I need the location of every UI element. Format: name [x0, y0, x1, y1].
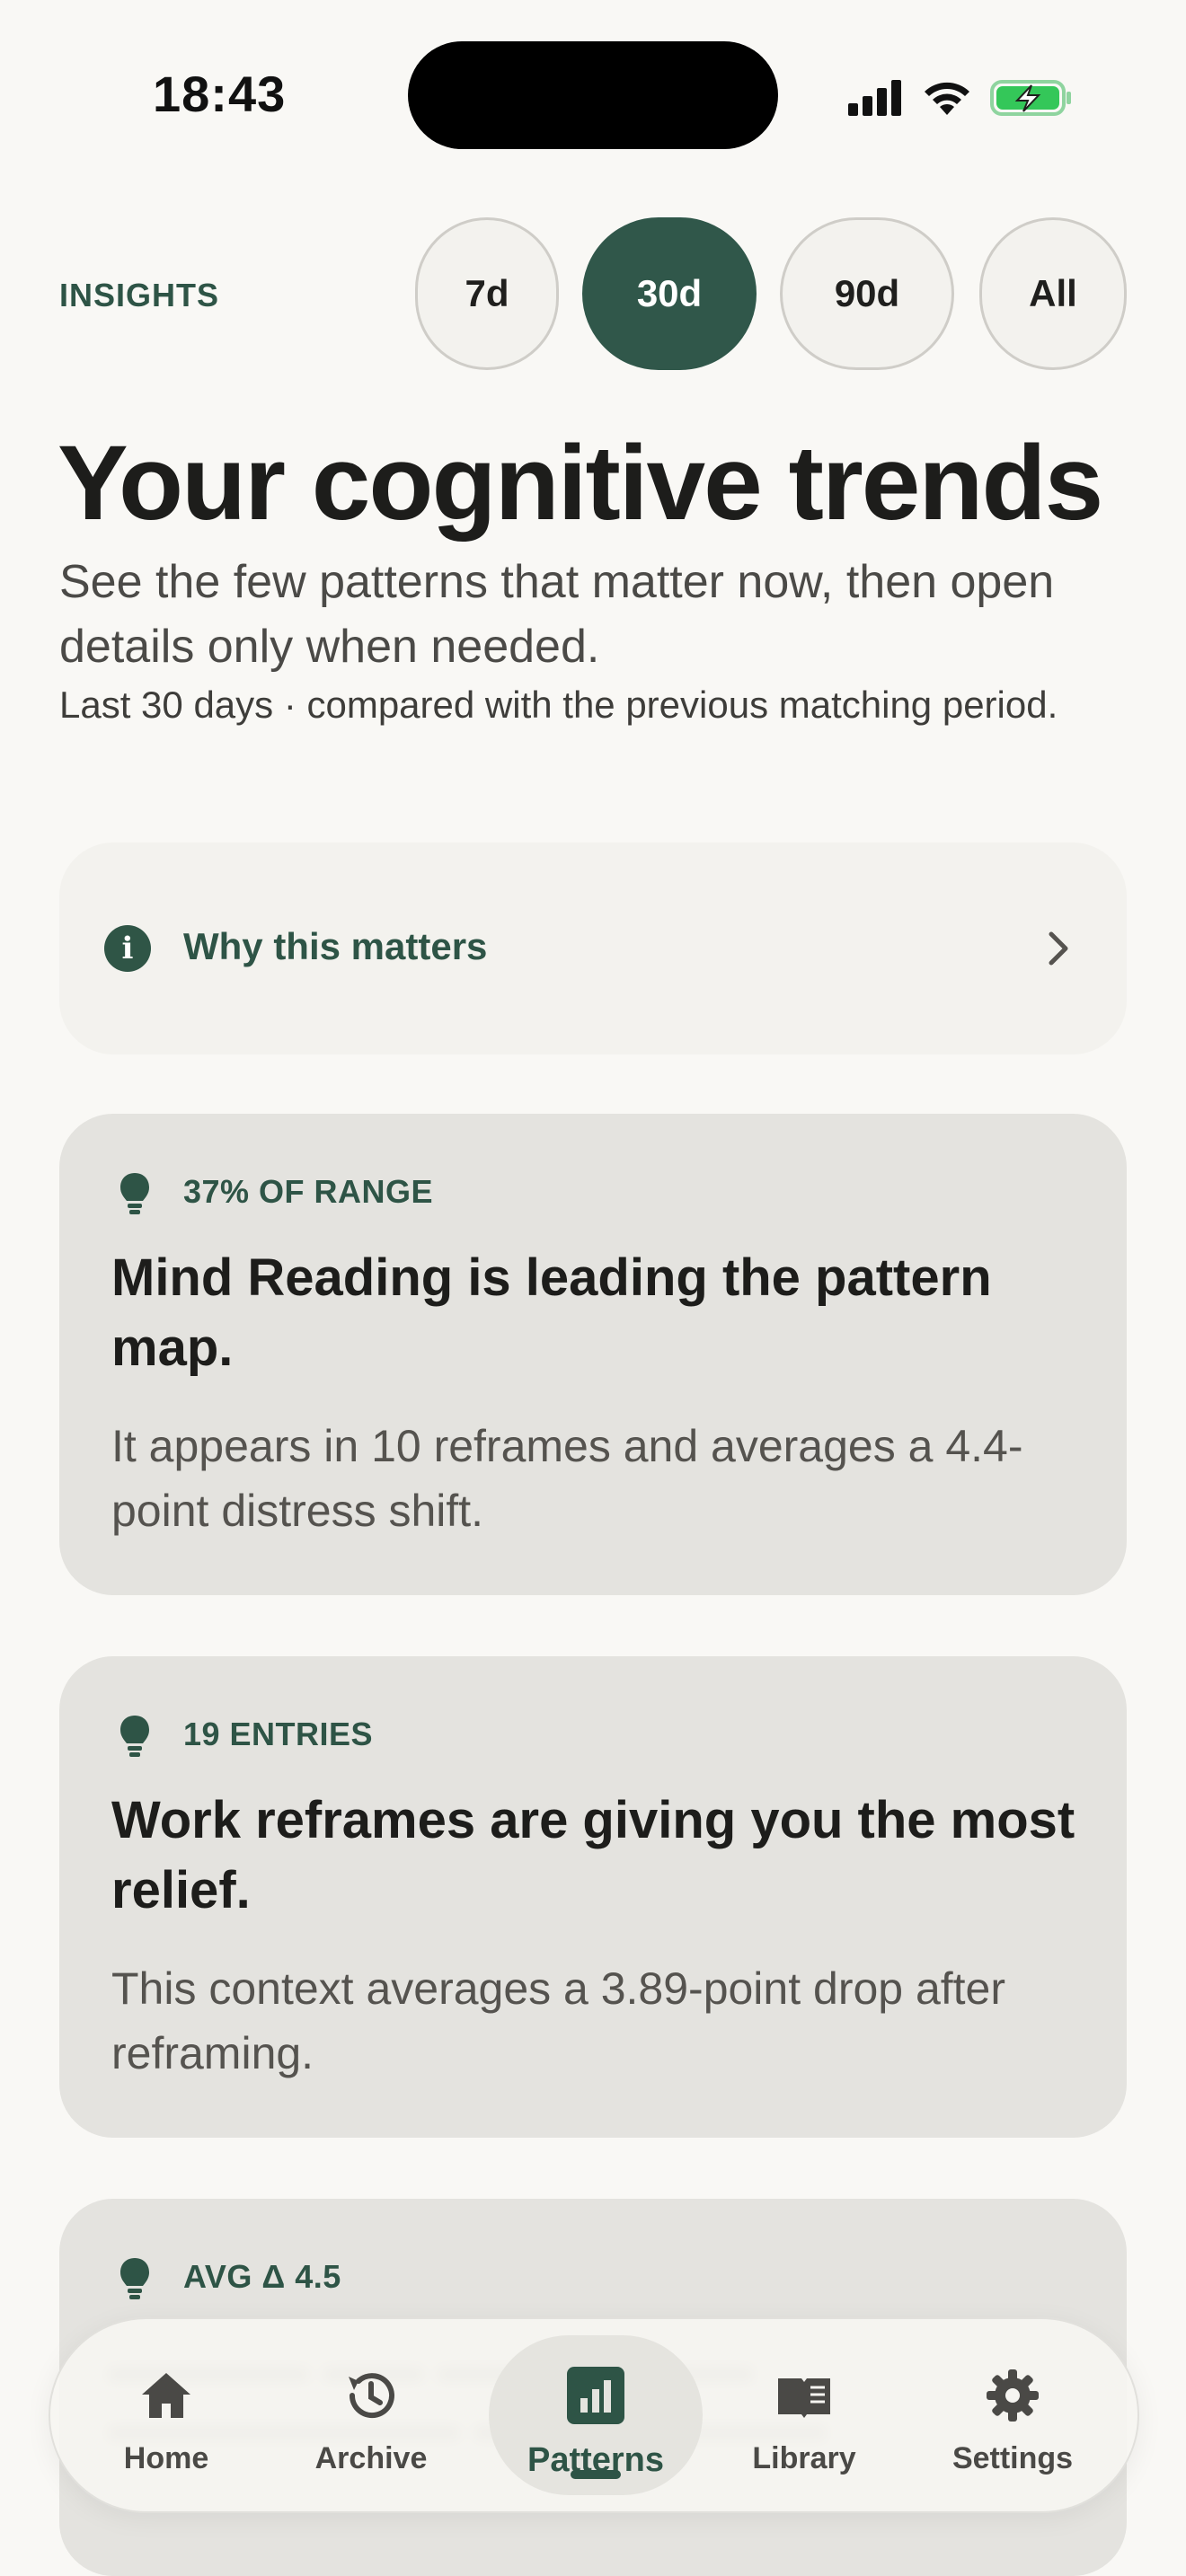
- bar-chart-icon: [567, 2367, 624, 2424]
- history-icon: [349, 2373, 394, 2419]
- dynamic-island: [408, 41, 778, 149]
- gear-icon: [987, 2369, 1039, 2422]
- range-7d-button[interactable]: 7d: [415, 217, 559, 370]
- tab-settings-label: Settings: [951, 2441, 1074, 2475]
- insights-screen: 18:43 INSIGHTS 7d 30d 90d All Your cogni…: [0, 0, 1186, 2576]
- tab-library-label: Library: [752, 2441, 856, 2475]
- insight-tag: 37% OF RANGE: [183, 1173, 434, 1210]
- tab-archive-label: Archive: [314, 2441, 428, 2475]
- home-icon: [142, 2373, 190, 2418]
- book-icon: [778, 2378, 830, 2418]
- tab-settings[interactable]: Settings: [936, 2319, 1089, 2511]
- wifi-icon: [925, 82, 969, 115]
- bottom-tab-bar: Home Archive Patterns Library Settings: [49, 2317, 1139, 2513]
- period-caption: Last 30 days · compared with the previou…: [59, 684, 1058, 726]
- range-30d-button[interactable]: 30d: [582, 217, 757, 370]
- lightbulb-icon: [120, 1173, 149, 1214]
- info-icon: i: [104, 925, 151, 972]
- tab-patterns[interactable]: Patterns: [489, 2319, 703, 2511]
- lightbulb-icon: [120, 1716, 149, 1757]
- chevron-right-icon: [1049, 931, 1068, 966]
- status-time: 18:43: [153, 66, 287, 122]
- status-icons: [848, 75, 1073, 120]
- insight-card[interactable]: 19 ENTRIES Work reframes are giving you …: [59, 1656, 1127, 2138]
- page-title: Your cognitive trends: [58, 424, 1103, 543]
- active-tab-indicator: [571, 2470, 621, 2479]
- insight-body: It appears in 10 reframes and averages a…: [111, 1421, 1023, 1536]
- insight-card[interactable]: 37% OF RANGE Mind Reading is leading the…: [59, 1114, 1127, 1595]
- lightbulb-icon: [120, 2258, 149, 2299]
- insight-tag: AVG Δ 4.5: [183, 2258, 341, 2295]
- insight-headline: Mind Reading is leading the pattern map.: [111, 1248, 992, 1377]
- insight-tag: 19 ENTRIES: [183, 1716, 374, 1752]
- tab-archive[interactable]: Archive: [295, 2319, 447, 2511]
- page-subtitle: See the few patterns that matter now, th…: [59, 556, 1055, 673]
- tab-home-label: Home: [123, 2441, 209, 2475]
- range-90d-button[interactable]: 90d: [780, 217, 954, 370]
- insight-headline: Work reframes are giving you the most re…: [111, 1791, 1075, 1919]
- signal-icon: [848, 80, 901, 116]
- insight-body: This context averages a 3.89-point drop …: [111, 1963, 1006, 2078]
- why-this-matters-label: Why this matters: [183, 925, 488, 967]
- tab-home[interactable]: Home: [90, 2319, 243, 2511]
- range-all-button[interactable]: All: [979, 217, 1127, 370]
- battery-charging-icon: [990, 80, 1071, 116]
- range-selector: 7d 30d 90d All: [0, 217, 1186, 372]
- tab-library[interactable]: Library: [728, 2319, 881, 2511]
